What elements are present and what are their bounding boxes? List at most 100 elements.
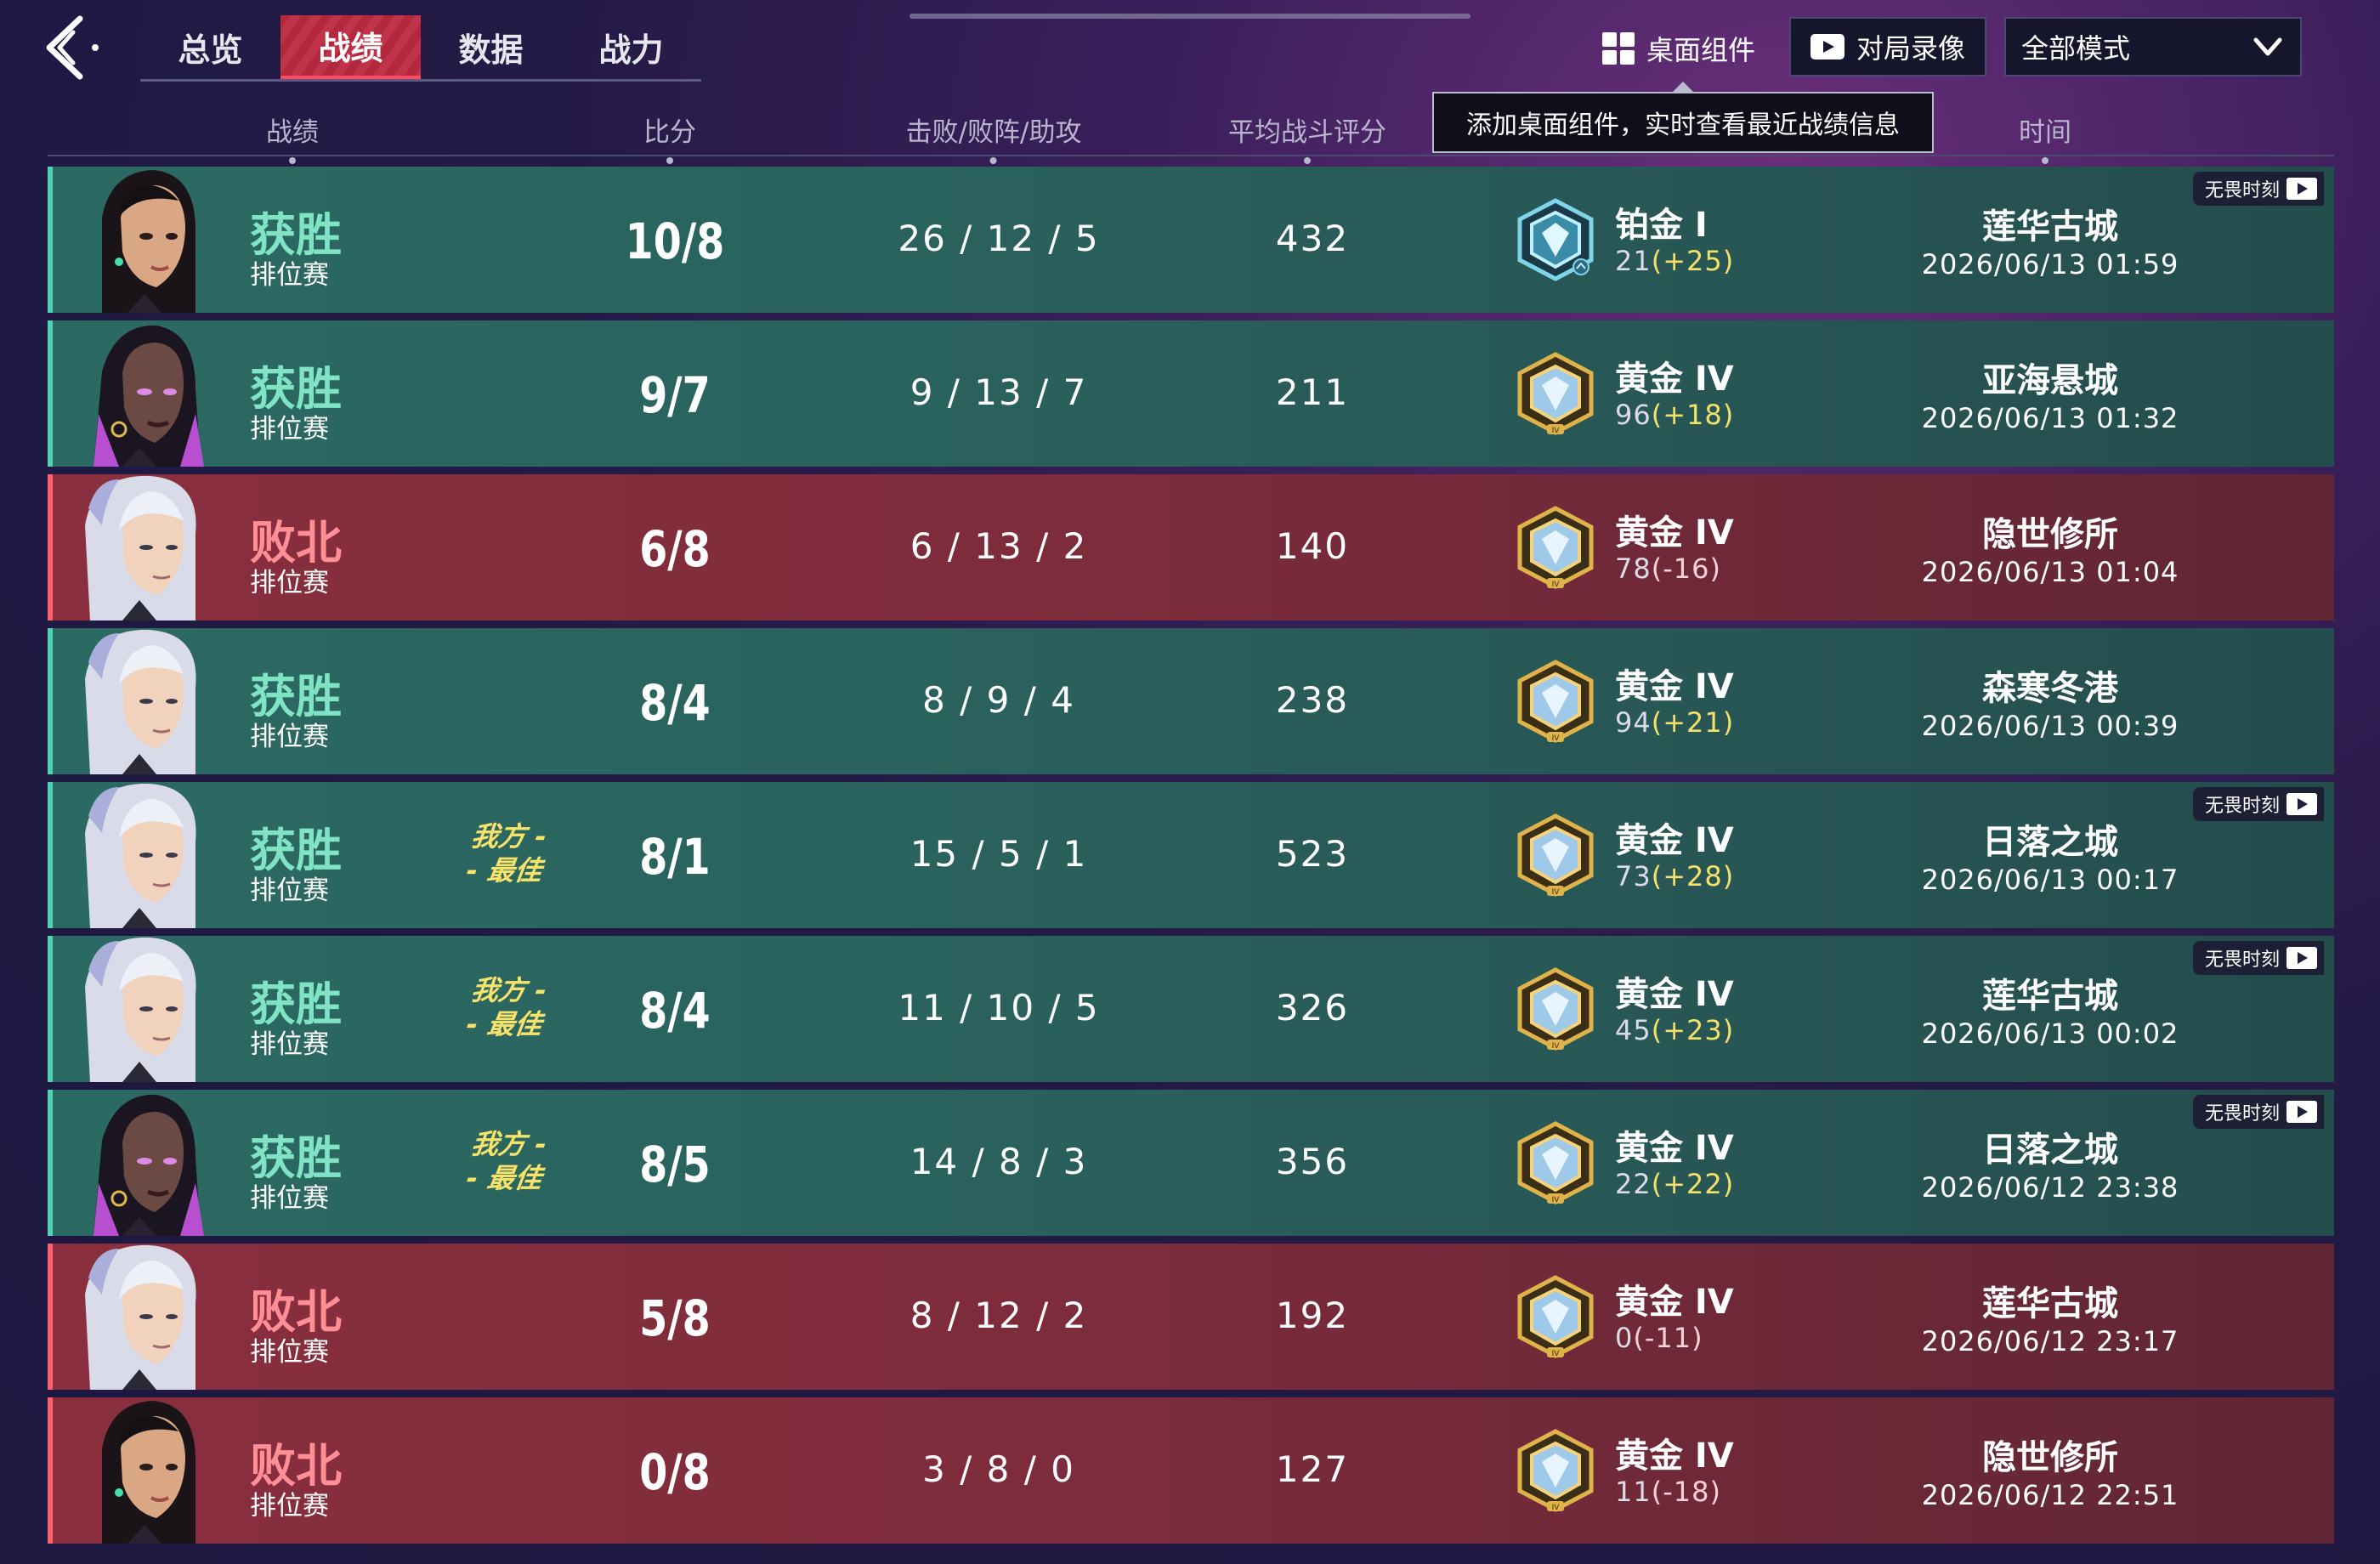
film-icon	[2286, 178, 2317, 200]
rank-points: 21(+25)	[1615, 245, 1734, 277]
mvp-line-2: - 最佳	[464, 854, 545, 887]
chevron-down-icon	[2253, 37, 2282, 56]
highlight-moment-button[interactable]: 无畏时刻	[2192, 787, 2324, 821]
rank-gold-icon: IV	[1513, 813, 1598, 898]
rank-points-value: 21	[1615, 245, 1652, 277]
rank-points-delta: (+28)	[1651, 860, 1735, 892]
film-icon	[2286, 1101, 2317, 1123]
rank-points-value: 0	[1615, 1322, 1634, 1354]
rank-points-value: 96	[1615, 399, 1652, 431]
match-mode: 排位赛	[250, 568, 329, 598]
match-score: 8/1	[639, 828, 711, 886]
team-mvp-badge: 我方 -- 最佳	[450, 1127, 562, 1195]
hero-avatar	[68, 1397, 212, 1544]
rank-gold-icon: IV	[1513, 1120, 1598, 1205]
combat-rating: 127	[1275, 1448, 1350, 1490]
match-mode: 排位赛	[250, 722, 329, 752]
kda-value: 14 / 8 / 3	[910, 1141, 1088, 1182]
rank-points-delta: (+22)	[1651, 1168, 1735, 1200]
match-time: 2026/06/12 22:51	[1921, 1479, 2179, 1511]
hero-avatar	[68, 628, 212, 774]
mvp-line-1: 我方 -	[468, 1128, 549, 1160]
mvp-line-2: - 最佳	[464, 1008, 545, 1040]
kda-value: 15 / 5 / 1	[910, 833, 1088, 875]
desktop-widget-label: 桌面组件	[1646, 34, 1756, 66]
match-time: 2026/06/13 00:39	[1921, 710, 2179, 742]
match-mode: 排位赛	[250, 1029, 329, 1060]
match-time: 2026/06/12 23:38	[1921, 1171, 2179, 1204]
combat-rating: 523	[1275, 833, 1350, 875]
rank-platinum-icon	[1513, 197, 1598, 282]
match-row[interactable]: 获胜 排位赛 我方 -- 最佳 8/1 15 / 5 / 1 523 IV 黄金 IV 73(+…	[48, 782, 2334, 928]
match-row[interactable]: 获胜 排位赛 我方 -- 最佳 8/4 11 / 10 / 5 326 IV 黄金 IV 45(…	[48, 936, 2334, 1082]
map-name: 亚海悬城	[1982, 361, 2118, 400]
kda-value: 9 / 13 / 7	[910, 371, 1088, 413]
col-header-score: 比分	[643, 110, 696, 164]
kda-value: 3 / 8 / 0	[922, 1448, 1075, 1490]
match-row[interactable]: 获胜 排位赛 9/7 9 / 13 / 7 211 IV 黄金 IV 96(+18) 亚海悬城 2…	[48, 320, 2334, 467]
kda-value: 6 / 13 / 2	[910, 525, 1088, 567]
combat-rating: 238	[1275, 679, 1350, 721]
highlight-moment-button[interactable]: 无畏时刻	[2192, 941, 2324, 975]
kda-value: 11 / 10 / 5	[898, 987, 1100, 1028]
kda-value: 8 / 9 / 4	[922, 679, 1075, 721]
svg-text:IV: IV	[1552, 1350, 1561, 1358]
highlight-moment-button[interactable]: 无畏时刻	[2192, 172, 2324, 206]
back-button[interactable]	[39, 14, 116, 82]
kda-value: 26 / 12 / 5	[898, 218, 1100, 259]
tab-power[interactable]: 战力	[561, 15, 701, 79]
rank-points-value: 78	[1615, 552, 1652, 585]
rank-points: 22(+22)	[1615, 1168, 1734, 1200]
film-icon	[2286, 947, 2317, 969]
combat-rating: 140	[1275, 525, 1350, 567]
svg-text:IV: IV	[1552, 1196, 1561, 1204]
kda-value: 8 / 12 / 2	[910, 1295, 1088, 1336]
map-name: 日落之城	[1982, 823, 2118, 862]
highlight-moment-button[interactable]: 无畏时刻	[2192, 1095, 2324, 1129]
match-score: 5/8	[639, 1289, 711, 1347]
rank-points-delta: (-11)	[1633, 1322, 1703, 1354]
combat-rating: 192	[1275, 1295, 1350, 1336]
video-play-icon	[1810, 34, 1844, 60]
match-time: 2026/06/12 23:17	[1921, 1325, 2179, 1357]
match-row[interactable]: 获胜 排位赛 我方 -- 最佳 8/5 14 / 8 / 3 356 IV 黄金 IV 22(+…	[48, 1090, 2334, 1236]
match-row[interactable]: 败北 排位赛 0/8 3 / 8 / 0 127 IV 黄金 IV 11(-18) 隐世修所 20…	[48, 1397, 2334, 1544]
match-row[interactable]: 获胜 排位赛 10/8 26 / 12 / 5 432 铂金 I 21(+25) 莲华古城 20…	[48, 167, 2334, 313]
hero-avatar	[68, 782, 212, 928]
rank-points-delta: (+23)	[1651, 1014, 1735, 1046]
rank-points-delta: (+25)	[1651, 245, 1735, 277]
rank-gold-icon: IV	[1513, 1428, 1598, 1513]
match-mode: 排位赛	[250, 260, 329, 291]
match-row[interactable]: 败北 排位赛 5/8 8 / 12 / 2 192 IV 黄金 IV 0(-11) 莲华古城 20…	[48, 1244, 2334, 1390]
col-header-record: 战绩	[266, 110, 319, 164]
col-header-time: 时间	[2019, 110, 2071, 164]
match-replay-button[interactable]: 对局录像	[1789, 17, 1986, 76]
combat-rating: 211	[1275, 371, 1350, 413]
hero-avatar	[68, 936, 212, 1082]
map-name: 莲华古城	[1982, 1284, 2118, 1323]
mode-select[interactable]: 全部模式	[2004, 17, 2302, 76]
mvp-line-1: 我方 -	[468, 974, 549, 1006]
tab-data[interactable]: 数据	[421, 15, 561, 79]
match-mode: 排位赛	[250, 414, 329, 445]
match-row[interactable]: 败北 排位赛 6/8 6 / 13 / 2 140 IV 黄金 IV 78(-16) 隐世修所 2…	[48, 474, 2334, 620]
match-row[interactable]: 获胜 排位赛 8/4 8 / 9 / 4 238 IV 黄金 IV 94(+21) 森寒冬港 20…	[48, 628, 2334, 774]
svg-text:IV: IV	[1552, 1042, 1561, 1051]
tab-record[interactable]: 战绩	[280, 15, 421, 79]
top-bar: 总览 战绩 数据 战力 桌面组件 对局录像 全部模式	[0, 0, 2380, 94]
match-time: 2026/06/13 01:59	[1921, 248, 2179, 280]
map-name: 森寒冬港	[1982, 669, 2118, 708]
tab-overview[interactable]: 总览	[140, 15, 280, 79]
highlight-moment-label: 无畏时刻	[2204, 949, 2280, 971]
match-score: 9/7	[639, 366, 711, 424]
rank-gold-icon: IV	[1513, 1274, 1598, 1359]
desktop-widget-button[interactable]: 桌面组件	[1602, 19, 1755, 78]
match-score: 6/8	[639, 520, 711, 578]
match-replay-label: 对局录像	[1856, 32, 1965, 65]
mvp-line-2: - 最佳	[464, 1162, 545, 1194]
mvp-line-1: 我方 -	[468, 820, 549, 853]
svg-text:IV: IV	[1552, 734, 1561, 743]
col-header-kda: 击败/败阵/助攻	[906, 110, 1081, 164]
map-name: 莲华古城	[1982, 977, 2118, 1016]
drag-handle[interactable]	[910, 14, 1470, 19]
